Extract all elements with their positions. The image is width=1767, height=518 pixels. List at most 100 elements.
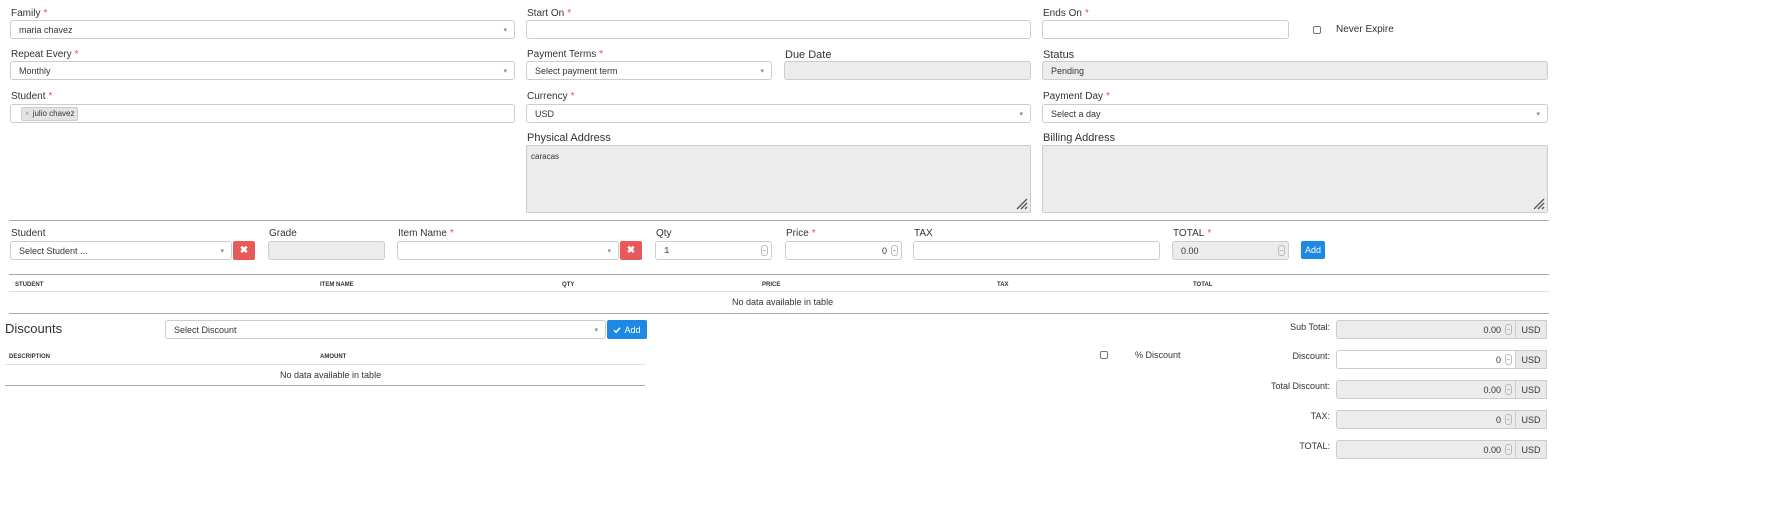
qty-input[interactable]: 1	[655, 241, 772, 260]
physical-address-label: Physical Address	[527, 132, 611, 144]
table-top-border	[9, 274, 1549, 275]
grade-input	[268, 241, 385, 260]
item-name-label: Item Name *	[398, 228, 454, 239]
qty-label: Qty	[656, 228, 672, 239]
currency-label: Currency *	[527, 91, 575, 102]
table-header-divider	[9, 291, 1549, 292]
resize-grip-icon[interactable]	[1014, 196, 1028, 210]
never-expire-label: Never Expire	[1336, 24, 1394, 35]
items-empty-message: No data available in table	[732, 297, 834, 307]
tax-label: TAX	[914, 228, 933, 239]
currency-select[interactable]: USD ▾	[526, 104, 1031, 123]
start-on-label: Start On *	[527, 8, 572, 19]
payment-terms-label: Payment Terms *	[527, 49, 604, 60]
discount-label: Discount:	[1292, 351, 1330, 361]
col-amount: AMOUNT	[320, 354, 347, 360]
totals-tax-label: TAX:	[1310, 411, 1330, 421]
discount-select[interactable]: Select Discount ▾	[165, 320, 606, 339]
chevron-down-icon: ▾	[607, 248, 611, 255]
totals-tax-input: 0	[1336, 410, 1516, 429]
total-label: TOTAL *	[1173, 228, 1212, 239]
payment-day-label: Payment Day *	[1043, 91, 1110, 102]
grade-label: Grade	[269, 228, 297, 239]
discounts-title: Discounts	[5, 321, 63, 336]
repeat-every-select[interactable]: Monthly ▾	[10, 61, 515, 80]
stepper-icon	[1505, 444, 1512, 455]
ends-on-input[interactable]	[1042, 20, 1289, 39]
stepper-icon	[1505, 324, 1512, 335]
item-student-select[interactable]: Select Student ... ▾	[10, 241, 232, 260]
billing-address-label: Billing Address	[1043, 132, 1116, 144]
chevron-down-icon: ▾	[1019, 111, 1023, 118]
due-date-label: Due Date	[785, 49, 832, 61]
grand-total-input: 0.00	[1336, 440, 1516, 459]
student-multiselect[interactable]: × julio chavez	[10, 104, 515, 123]
remove-tag-icon[interactable]: ×	[25, 109, 30, 118]
stepper-icon	[1505, 414, 1512, 425]
billing-address-textarea[interactable]	[1042, 145, 1548, 213]
never-expire-checkbox[interactable]	[1313, 26, 1321, 34]
total-discount-currency: USD	[1516, 380, 1547, 399]
add-discount-button[interactable]: Add	[607, 320, 647, 339]
subtotal-currency: USD	[1516, 320, 1547, 339]
family-select[interactable]: maria chavez ▾	[10, 20, 515, 39]
student-tag: × julio chavez	[21, 106, 79, 121]
due-date-input	[784, 61, 1031, 80]
discount-input[interactable]: 0	[1336, 350, 1516, 369]
stepper-icon[interactable]	[761, 245, 768, 256]
physical-address-textarea[interactable]: caracas	[526, 145, 1031, 213]
payment-day-select[interactable]: Select a day ▾	[1042, 104, 1548, 123]
student-label: Student *	[11, 91, 53, 102]
col-total: TOTAL	[1193, 282, 1213, 288]
payment-terms-select[interactable]: Select payment term ▾	[526, 61, 772, 80]
stepper-icon	[1278, 245, 1285, 256]
col-tax: TAX	[997, 282, 1009, 288]
table-bottom-border	[9, 313, 1549, 314]
clear-item-button[interactable]: ✖	[620, 241, 642, 260]
col-description: DESCRIPTION	[9, 354, 51, 360]
col-student: STUDENT	[15, 282, 44, 288]
tax-input[interactable]	[913, 241, 1160, 260]
subtotal-label: Sub Total:	[1290, 322, 1330, 332]
total-discount-label: Total Discount:	[1270, 381, 1330, 391]
total-input: 0.00	[1172, 241, 1289, 260]
col-price: PRICE	[762, 282, 781, 288]
stepper-icon[interactable]	[891, 245, 898, 256]
chevron-down-icon: ▾	[220, 248, 224, 255]
price-input[interactable]: 0	[785, 241, 902, 260]
total-discount-input: 0.00	[1336, 380, 1516, 399]
clear-student-button[interactable]: ✖	[233, 241, 255, 260]
grand-total-label: TOTAL:	[1299, 441, 1330, 451]
stepper-icon	[1505, 384, 1512, 395]
percent-discount-label: % Discount	[1135, 350, 1181, 360]
percent-discount-checkbox[interactable]	[1100, 351, 1108, 359]
discounts-empty-message: No data available in table	[280, 370, 382, 380]
discount-currency: USD	[1516, 350, 1547, 369]
resize-grip-icon[interactable]	[1531, 196, 1545, 210]
subtotal-input: 0.00	[1336, 320, 1516, 339]
stepper-icon[interactable]	[1505, 354, 1512, 365]
chevron-down-icon: ▾	[503, 68, 507, 75]
chevron-down-icon: ▾	[1536, 111, 1540, 118]
totals-tax-currency: USD	[1516, 410, 1547, 429]
chevron-down-icon: ▾	[594, 327, 598, 334]
repeat-every-label: Repeat Every *	[11, 49, 79, 60]
col-item-name: ITEM NAME	[320, 282, 354, 288]
chevron-down-icon: ▾	[503, 27, 507, 34]
add-item-button[interactable]: Add	[1301, 241, 1325, 259]
discount-table-bottom	[5, 385, 645, 386]
chevron-down-icon: ▾	[760, 68, 764, 75]
times-icon: ✖	[626, 245, 636, 256]
discount-header-divider	[5, 364, 645, 365]
ends-on-label: Ends On *	[1043, 8, 1089, 19]
item-student-label: Student	[11, 228, 46, 239]
times-icon: ✖	[239, 245, 249, 256]
start-on-input[interactable]	[526, 20, 1031, 39]
col-qty: QTY	[562, 282, 575, 288]
family-label: Family *	[11, 8, 48, 19]
price-label: Price *	[786, 228, 816, 239]
check-icon	[613, 326, 622, 333]
item-name-select[interactable]: ▾	[397, 241, 619, 260]
section-divider	[9, 220, 1549, 221]
grand-total-currency: USD	[1516, 440, 1547, 459]
